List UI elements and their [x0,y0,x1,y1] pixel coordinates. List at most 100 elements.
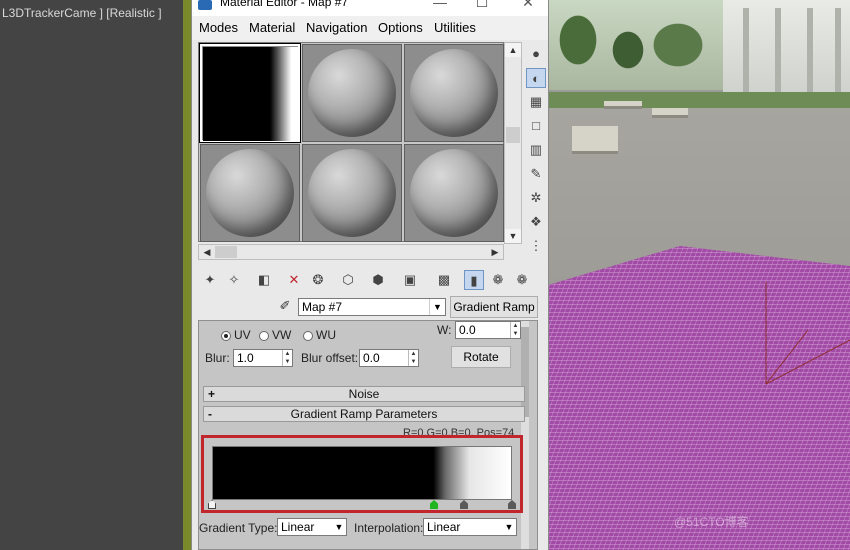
ramp-flag[interactable] [508,500,516,509]
blur-value: 1.0 [237,351,254,365]
blur-offset-value: 0.0 [363,351,380,365]
left-viewport[interactable]: L3DTrackerCame ] [Realistic ] [0,0,185,550]
scroll-up-icon[interactable]: ▲ [505,43,521,57]
rollout-title: Gradient Ramp Parameters [290,407,438,421]
rollout-title: Noise [348,387,380,401]
scroll-thumb[interactable] [215,246,237,258]
sample-uv-tiling-icon[interactable]: □ [526,116,546,136]
rollout-scroll-thumb[interactable] [521,327,529,417]
watermark: @51CTO博客 [674,515,749,529]
backlight-icon[interactable]: ◐ [526,68,546,88]
sample-slot[interactable] [302,44,402,142]
gradient-ramp-rollout-header[interactable]: - Gradient Ramp Parameters [203,406,525,422]
camera-viewport[interactable] [548,0,850,550]
menu-modes[interactable]: Modes [199,20,238,35]
sample-slot[interactable] [200,144,300,242]
interpolation-value: Linear [427,520,461,534]
map-name-field[interactable]: Map #7 ▼ [298,298,446,316]
rotate-button[interactable]: Rotate [451,346,511,368]
sample-slot[interactable] [199,43,301,143]
bottom-toolbar: ✦ ✧ ◧ ✕ ❂ ⬡ ⬢ ▣ ▩ ▮ ❁ ❁ [198,270,538,294]
ramp-flag[interactable] [208,500,216,509]
ramp-flag[interactable] [430,500,438,509]
w-label: W: [437,323,452,337]
radio-dot [259,330,269,341]
wireframe-plane[interactable] [548,0,850,550]
chevron-down-icon[interactable]: ▼ [502,519,516,535]
material-editor-window[interactable]: Material Editor - Map #7 — ☐ ✕ Modes Mat… [191,0,549,550]
slots-vertical-scrollbar[interactable]: ▲ ▼ [504,42,522,244]
make-preview-icon[interactable]: ✎ [526,164,546,184]
show-end-result-icon[interactable]: ▩ [434,270,454,290]
window-title: Material Editor - Map #7 [220,0,349,9]
chevron-down-icon[interactable]: ▼ [429,299,445,315]
close-button[interactable]: ✕ [508,0,548,14]
select-by-material-icon[interactable]: ❖ [526,212,546,232]
go-forward-icon[interactable]: ❁ [488,270,508,290]
blur-spinner[interactable]: 1.0 ▲ ▼ [233,349,293,367]
put-to-library-icon[interactable]: ⬡ [338,270,358,290]
ramp-flag[interactable] [460,500,468,509]
viewport-label[interactable]: L3DTrackerCame ] [Realistic ] [2,6,162,20]
reset-map-icon[interactable]: ✕ [284,270,304,290]
get-material-icon[interactable]: ✦ [200,270,220,290]
map-name-row: ✐ Map #7 ▼ Gradient Ramp [192,296,548,318]
menu-navigation[interactable]: Navigation [306,20,367,35]
scroll-right-icon[interactable]: ▶ [487,245,503,259]
collapse-icon: - [208,407,212,421]
sample-sphere [308,49,396,137]
interpolation-select[interactable]: Linear ▼ [423,518,517,536]
go-to-parent-icon[interactable]: ▮ [464,270,484,290]
material-id-channel-icon[interactable]: ⬢ [368,270,388,290]
spinner-arrows-icon[interactable]: ▲ ▼ [408,350,418,366]
radio-vw[interactable]: VW [259,328,291,342]
radio-wu[interactable]: WU [303,328,336,342]
checker-background-icon[interactable]: ▦ [526,92,546,112]
show-shaded-material-icon[interactable]: ▣ [400,270,420,290]
video-color-check-icon[interactable]: ▥ [526,140,546,160]
interpolation-label: Interpolation: [354,521,424,535]
put-to-scene-icon[interactable]: ✧ [224,270,244,290]
w-spinner[interactable]: 0.0 ▲ ▼ [455,321,521,339]
noise-rollout-header[interactable]: + Noise [203,386,525,402]
blur-offset-label: Blur offset: [301,351,359,365]
scroll-thumb[interactable] [506,127,520,143]
minimize-button[interactable]: — [420,0,460,14]
map-type-button[interactable]: Gradient Ramp [450,296,538,318]
viewport-border [183,0,191,550]
assign-to-selection-icon[interactable]: ◧ [254,270,274,290]
side-toolbar: ● ◐ ▦ □ ▥ ✎ ✲ ❖ ⋮ [526,44,548,258]
maximize-button[interactable]: ☐ [462,0,502,14]
sample-sphere [410,49,498,137]
menu-utilities[interactable]: Utilities [434,20,476,35]
blur-offset-spinner[interactable]: 0.0 ▲ ▼ [359,349,419,367]
map-nav-icon[interactable]: ❁ [512,270,532,290]
gradient-type-select[interactable]: Linear ▼ [277,518,347,536]
gradient-type-value: Linear [281,520,315,534]
spinner-arrows-icon[interactable]: ▲ ▼ [282,350,292,366]
radio-label: UV [234,328,251,342]
radio-label: VW [272,328,292,342]
options-icon[interactable]: ✲ [526,188,546,208]
material-map-navigator-icon[interactable]: ⋮ [526,236,546,256]
scroll-left-icon[interactable]: ◀ [199,245,215,259]
scroll-down-icon[interactable]: ▼ [505,229,521,243]
sample-sphere [410,149,498,237]
blur-label: Blur: [205,351,230,365]
make-unique-icon[interactable]: ❂ [308,270,328,290]
radio-uv[interactable]: UV [221,328,251,342]
title-bar[interactable]: Material Editor - Map #7 — ☐ ✕ [192,0,548,16]
eyedropper-icon[interactable]: ✐ [276,298,294,316]
slots-horizontal-scrollbar[interactable]: ◀ ▶ [198,244,504,260]
gradient-ramp-bar[interactable] [212,446,512,500]
chevron-down-icon[interactable]: ▼ [332,519,346,535]
parameter-rollouts[interactable]: UV VW WU W: 0.0 ▲ ▼ Blur: 1.0 ▲ ▼ Blur offse… [198,320,538,550]
sample-slot[interactable] [404,44,504,142]
menu-options[interactable]: Options [378,20,423,35]
menu-material[interactable]: Material [249,20,295,35]
w-value: 0.0 [459,323,476,337]
sample-slot[interactable] [404,144,504,242]
sample-slot[interactable] [302,144,402,242]
sample-sphere-icon[interactable]: ● [526,44,546,64]
spinner-arrows-icon[interactable]: ▲ ▼ [510,322,520,338]
